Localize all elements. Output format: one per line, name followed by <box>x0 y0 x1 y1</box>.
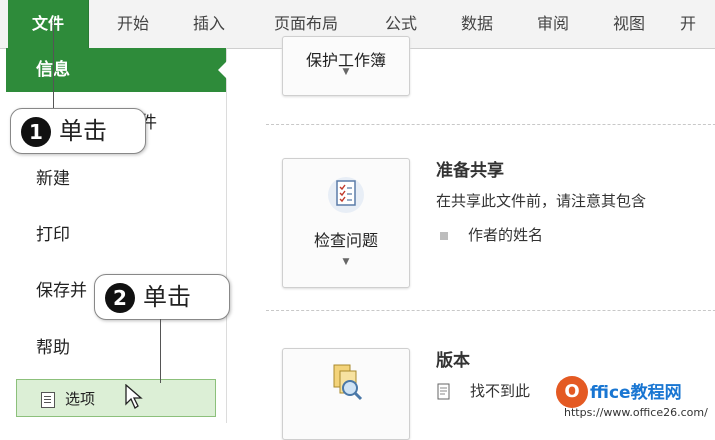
nav-item-help[interactable]: 帮助 <box>6 326 226 370</box>
nav-item-new[interactable]: 新建 <box>6 157 226 201</box>
tab-partial[interactable]: 开 <box>680 0 715 48</box>
nav-item-label: 打印 <box>36 225 70 245</box>
document-icon <box>437 383 450 399</box>
nav-item-options[interactable]: 选项 <box>16 379 216 417</box>
backstage-nav: 信息 件 新建 打印 保存并 帮助 选项 <box>6 48 232 423</box>
versions-icon <box>333 364 363 401</box>
button-label: 保护工作簿 <box>305 51 386 67</box>
dropdown-caret-icon: ▼ <box>342 67 350 77</box>
section-divider <box>266 124 715 125</box>
options-icon <box>41 391 55 408</box>
callout-step-2: 2 单击 <box>94 274 230 320</box>
backstage-content: 保护工作簿 ▼ 检查问题 ▼ 准备共享 在共享此文件前，请注意其包含 作者的姓名… <box>226 36 715 440</box>
inspect-document-icon <box>328 177 364 213</box>
tab-home[interactable]: 开始 <box>96 0 170 48</box>
callout-text: 单击 <box>143 283 191 311</box>
mouse-cursor-icon <box>125 384 143 409</box>
tab-data[interactable]: 数据 <box>442 0 512 48</box>
nav-item-label: 选项 <box>65 390 96 408</box>
author-name-bullet: 作者的姓名 <box>440 224 543 245</box>
versions-title: 版本 <box>436 351 470 371</box>
step-number-badge: 1 <box>21 117 51 147</box>
section-divider <box>266 310 715 311</box>
nav-item-label: 新建 <box>36 169 70 189</box>
bullet-icon <box>440 231 448 240</box>
button-label: 检查问题 <box>313 231 378 250</box>
site-watermark: O ffice教程网 https://www.office26.com/ <box>556 376 715 423</box>
nav-item-info[interactable]: 信息 <box>6 48 232 92</box>
nav-item-label: 帮助 <box>36 338 70 358</box>
callout-text: 单击 <box>59 117 107 145</box>
tab-view[interactable]: 视图 <box>596 0 662 48</box>
tab-file[interactable]: 文件 <box>8 0 89 48</box>
callout-step-1: 1 单击 <box>10 108 146 154</box>
tab-insert[interactable]: 插入 <box>174 0 244 48</box>
manage-versions-button[interactable] <box>282 348 410 440</box>
protect-workbook-button[interactable]: 保护工作簿 ▼ <box>282 36 410 96</box>
nav-item-label: 保存并 <box>36 281 87 301</box>
versions-description: 找不到此 <box>436 380 530 401</box>
step-number-badge: 2 <box>105 283 135 313</box>
watermark-title: ffice教程网 <box>590 383 682 403</box>
inspect-workbook-button[interactable]: 检查问题 ▼ <box>282 158 410 288</box>
callout-leader-line <box>53 20 54 108</box>
tab-review[interactable]: 审阅 <box>520 0 586 48</box>
dropdown-caret-icon: ▼ <box>342 257 350 267</box>
watermark-url: https://www.office26.com/ <box>564 406 708 419</box>
prepare-sharing-description: 在共享此文件前，请注意其包含 <box>436 192 647 210</box>
callout-leader-line <box>160 319 161 383</box>
nav-item-print[interactable]: 打印 <box>6 213 226 257</box>
prepare-sharing-title: 准备共享 <box>436 161 504 181</box>
office-logo-icon: O <box>556 376 588 408</box>
